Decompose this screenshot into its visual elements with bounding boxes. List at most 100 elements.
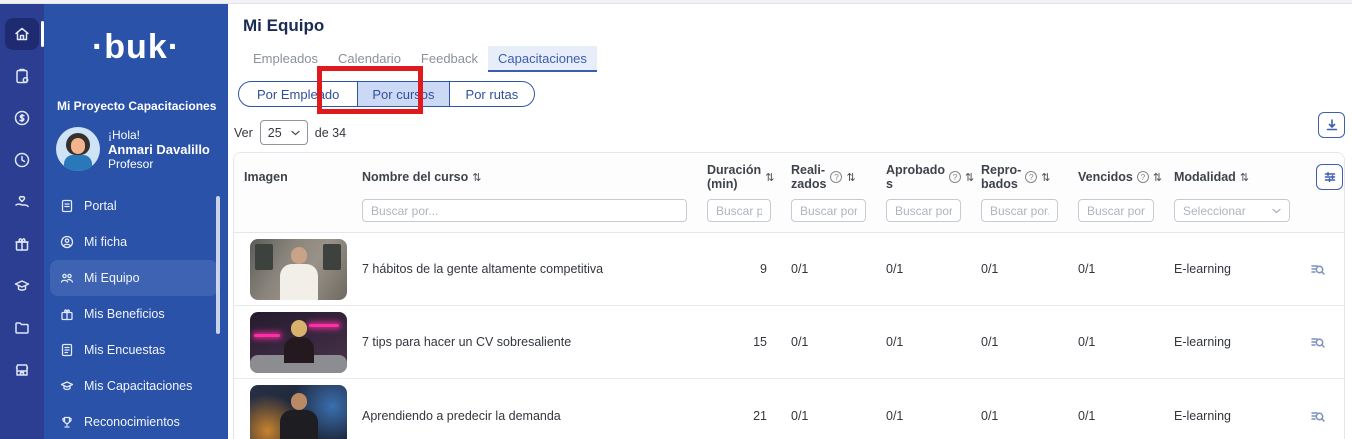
thumbnail-person — [284, 337, 314, 363]
rail-item-benefits[interactable] — [5, 186, 39, 218]
reprobados-filter-input[interactable] — [981, 199, 1058, 222]
sidebar: ·buk· Mi Proyecto Capacitaciones ¡Hola! … — [44, 0, 228, 439]
thumbnail-person — [280, 410, 318, 439]
realizados-filter-input[interactable] — [791, 199, 866, 222]
sort-icon[interactable]: ⇅ — [846, 171, 855, 184]
nombre-filter-input[interactable] — [362, 199, 687, 222]
page-size-value: 25 — [268, 126, 282, 140]
trophy-icon — [60, 415, 74, 429]
table-row[interactable]: 7 hábitos de la gente altamente competit… — [234, 233, 1344, 306]
user-box: ¡Hola! Anmari Davalillo Profesor — [56, 127, 228, 172]
home-icon — [13, 25, 31, 43]
document-icon — [60, 199, 74, 213]
col-header-reprobados: Repro- bados ? ⇅ — [971, 163, 1068, 191]
help-icon[interactable]: ? — [949, 171, 961, 183]
sidebar-item-mis-beneficios[interactable]: Mis Beneficios — [50, 296, 218, 332]
user-role: Profesor — [108, 157, 210, 172]
filter-reprobados — [971, 199, 1068, 222]
sort-icon[interactable]: ⇅ — [1240, 171, 1249, 184]
sort-icon[interactable]: ⇅ — [1041, 171, 1050, 184]
help-icon[interactable]: ? — [1137, 171, 1149, 183]
rail-item-home[interactable] — [5, 18, 39, 50]
course-aprobados: 0/1 — [876, 262, 971, 276]
sidebar-item-mis-capacitaciones[interactable]: Mis Capacitaciones — [50, 368, 218, 404]
col-header-modalidad: Modalidad ⇅ — [1164, 170, 1300, 184]
course-vencidos: 0/1 — [1068, 335, 1164, 349]
course-vencidos: 0/1 — [1068, 409, 1164, 423]
page-size-select[interactable]: 25 — [260, 120, 308, 145]
course-aprobados: 0/1 — [876, 335, 971, 349]
graduation-cap-icon — [13, 277, 31, 295]
duracion-filter-input[interactable] — [707, 199, 771, 222]
users-icon — [60, 271, 74, 285]
sidebar-item-mis-encuestas[interactable]: Mis Encuestas — [50, 332, 218, 368]
vencidos-filter-input[interactable] — [1078, 199, 1154, 222]
course-name: Aprendiendo a predecir la demanda — [352, 409, 697, 423]
column-filter-icon — [1323, 170, 1337, 184]
help-icon[interactable]: ? — [1025, 171, 1037, 183]
sidebar-item-reconocimientos[interactable]: Reconocimientos — [50, 404, 218, 439]
view-detail-button[interactable] — [1300, 408, 1344, 424]
col-header-nombre: Nombre del curso ⇅ — [352, 170, 697, 184]
modalidad-select-value: Seleccionar — [1183, 204, 1246, 218]
sidebar-item-portal[interactable]: Portal — [50, 188, 218, 224]
sidebar-item-mi-equipo[interactable]: Mi Equipo — [50, 260, 218, 296]
avatar-shirt — [64, 155, 92, 171]
course-thumbnail — [234, 312, 352, 373]
view-detail-button[interactable] — [1300, 334, 1344, 350]
course-realizados: 0/1 — [781, 409, 876, 423]
tab-feedback[interactable]: Feedback — [411, 46, 488, 72]
sidebar-item-label: Mis Capacitaciones — [84, 379, 192, 393]
detail-search-icon — [1310, 408, 1326, 424]
gift-icon — [13, 235, 31, 253]
thumbnail-person — [291, 320, 307, 337]
clipboard-icon — [13, 67, 31, 85]
course-realizados: 0/1 — [781, 262, 876, 276]
courses-table: Imagen Nombre del curso ⇅ Duración (min)… — [233, 152, 1345, 439]
sidebar-item-mi-ficha[interactable]: Mi ficha — [50, 224, 218, 260]
por-cursos-button[interactable]: Por cursos — [358, 81, 449, 107]
greeting: ¡Hola! — [108, 128, 210, 143]
page-size-row: Ver 25 de 34 — [234, 120, 1352, 145]
sort-icon[interactable]: ⇅ — [1153, 171, 1162, 184]
view-detail-button[interactable] — [1300, 261, 1344, 277]
rail-item-payments[interactable] — [5, 102, 39, 134]
rail-item-clipboard[interactable] — [5, 60, 39, 92]
store-icon — [13, 361, 31, 379]
help-icon[interactable]: ? — [830, 171, 842, 183]
rail-item-files[interactable] — [5, 312, 39, 344]
col-header-imagen: Imagen — [234, 170, 352, 184]
user-circle-icon — [60, 235, 74, 249]
dollar-icon — [13, 109, 31, 127]
table-row[interactable]: Aprendiendo a predecir la demanda 21 0/1… — [234, 379, 1344, 439]
tab-capacitaciones[interactable]: Capacitaciones — [488, 46, 597, 72]
top-edge-strip — [0, 0, 1352, 4]
course-modalidad: E-learning — [1164, 262, 1300, 276]
por-empleado-button[interactable]: Por Empleado — [238, 81, 358, 107]
col-header-realizados: Reali- zados ? ⇅ — [781, 163, 876, 191]
tab-calendario[interactable]: Calendario — [328, 46, 411, 72]
modalidad-select[interactable]: Seleccionar — [1174, 199, 1290, 222]
sidebar-scrollbar[interactable] — [216, 196, 220, 334]
rail-item-gift[interactable] — [5, 228, 39, 260]
tab-empleados[interactable]: Empleados — [243, 46, 328, 72]
download-button[interactable] — [1318, 112, 1345, 138]
por-rutas-button[interactable]: Por rutas — [450, 81, 536, 107]
folder-icon — [13, 319, 31, 337]
table-row[interactable]: 7 tips para hacer un CV sobresaliente 15… — [234, 306, 1344, 379]
sort-icon[interactable]: ⇅ — [472, 171, 481, 184]
column-settings-button[interactable] — [1316, 164, 1343, 190]
course-thumbnail — [234, 385, 352, 439]
rail-item-trainings[interactable] — [5, 270, 39, 302]
sort-icon[interactable]: ⇅ — [765, 171, 774, 184]
avatar-face — [71, 138, 85, 154]
buk-logo: ·buk· — [44, 28, 228, 67]
thumbnail-decor — [255, 244, 273, 270]
rail-item-time[interactable] — [5, 144, 39, 176]
thumbnail-person — [291, 247, 307, 264]
gift-icon — [60, 307, 74, 321]
aprobados-filter-input[interactable] — [886, 199, 961, 222]
rail-item-store[interactable] — [5, 354, 39, 386]
filter-realizados — [781, 199, 876, 222]
thumbnail-person — [280, 264, 318, 300]
